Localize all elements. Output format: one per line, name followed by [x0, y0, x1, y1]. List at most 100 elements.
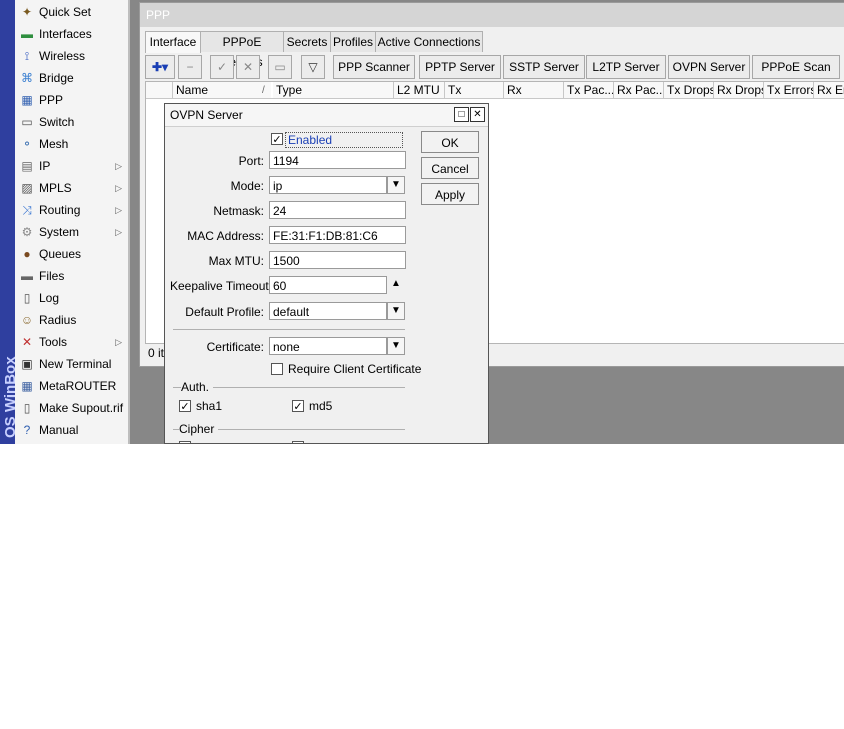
netmask-field[interactable]: 24: [269, 201, 406, 219]
dialog-titlebar[interactable]: OVPN Server □ ✕: [165, 104, 488, 127]
column-header-tx[interactable]: Tx: [445, 82, 504, 99]
keepalive-timeout-field[interactable]: 60: [269, 276, 387, 294]
column-header-rx-errors[interactable]: Rx Err: [814, 82, 844, 99]
certificate-dropdown-button[interactable]: ▼: [387, 337, 405, 355]
plus-icon: ✚▾: [151, 60, 169, 74]
mac-address-label: MAC Address:: [187, 229, 264, 243]
ppp-titlebar[interactable]: PPP: [140, 3, 844, 27]
tab-pppoe-servers[interactable]: PPPoE Servers: [200, 31, 284, 69]
column-header-rx[interactable]: Rx: [504, 82, 564, 99]
l2tp-server-button[interactable]: L2TP Server: [586, 55, 666, 79]
mac-address-field[interactable]: FE:31:F1:DB:81:C6: [269, 226, 406, 244]
add-button[interactable]: ✚▾: [145, 55, 175, 79]
disable-button[interactable]: ✕: [236, 55, 260, 79]
tab-active-connections[interactable]: Active Connections: [375, 31, 483, 52]
tab-secrets[interactable]: Secrets: [283, 31, 331, 52]
sidebar-item-queues[interactable]: ● Queues: [15, 243, 128, 265]
sidebar-item-system[interactable]: ⚙ System ▷: [15, 221, 128, 243]
auth-sha1-checkbox[interactable]: ✓: [179, 400, 191, 413]
default-profile-dropdown-button[interactable]: ▼: [387, 302, 405, 320]
column-header-name[interactable]: Name: [173, 82, 271, 99]
sidebar-item-interfaces[interactable]: ▬ Interfaces: [15, 23, 128, 45]
sidebar-item-make-supout-rif[interactable]: ▯ Make Supout.rif: [15, 397, 128, 419]
sidebar-item-label: New Terminal: [39, 357, 112, 371]
sidebar-item-files[interactable]: ▬ Files: [15, 265, 128, 287]
column-header-tx-packets[interactable]: Tx Pac...: [564, 82, 614, 99]
ovpn-server-button[interactable]: OVPN Server: [668, 55, 750, 79]
sidebar-item-bridge[interactable]: ⌘ Bridge: [15, 67, 128, 89]
maximize-button[interactable]: □: [454, 107, 469, 122]
mode-dropdown-button[interactable]: ▼: [387, 176, 405, 194]
auth-md5-checkbox[interactable]: ✓: [292, 400, 304, 413]
sidebar-item-ip[interactable]: ▤ IP ▷: [15, 155, 128, 177]
sidebar-item-metarouter[interactable]: ▦ MetaROUTER: [15, 375, 128, 397]
mode-label: Mode:: [230, 179, 264, 193]
tools-icon: ✕: [21, 335, 33, 349]
sidebar-item-label: System: [39, 225, 80, 239]
submenu-arrow-icon: ▷: [115, 182, 122, 193]
sidebar-item-routing[interactable]: ⤨ Routing ▷: [15, 199, 128, 221]
column-header-tx-errors[interactable]: Tx Errors: [764, 82, 814, 99]
sidebar-item-label: Manual: [39, 423, 79, 437]
sidebar-item-radius[interactable]: ☺ Radius: [15, 309, 128, 331]
close-button[interactable]: ✕: [470, 107, 485, 122]
separator: [173, 329, 405, 330]
enabled-checkbox[interactable]: ✓: [271, 133, 283, 146]
cancel-button[interactable]: Cancel: [421, 157, 479, 179]
apply-button[interactable]: Apply: [421, 183, 479, 205]
require-client-certificate-label: Require Client Certificate: [288, 362, 422, 376]
port-field[interactable]: 1194: [269, 151, 406, 169]
sidebar-item-ppp[interactable]: ▦ PPP: [15, 89, 128, 111]
max-mtu-field[interactable]: 1500: [269, 251, 406, 269]
pptp-server-button[interactable]: PPTP Server: [419, 55, 501, 79]
column-header-tx-drops[interactable]: Tx Drops: [664, 82, 714, 99]
remove-button[interactable]: −: [178, 55, 202, 79]
sidebar-item-mesh[interactable]: ⚬ Mesh: [15, 133, 128, 155]
comment-button[interactable]: ▭: [268, 55, 292, 79]
default-profile-select[interactable]: default: [269, 302, 387, 320]
pppoe-scan-button[interactable]: PPPoE Scan: [752, 55, 840, 79]
bridge-icon: ⌘: [21, 71, 33, 85]
sidebar-item-switch[interactable]: ▭ Switch: [15, 111, 128, 133]
dialog-title: OVPN Server: [170, 108, 243, 122]
sidebar-item-tools[interactable]: ✕ Tools ▷: [15, 331, 128, 353]
ok-button[interactable]: OK: [421, 131, 479, 153]
certificate-select[interactable]: none: [269, 337, 387, 355]
sidebar-item-quick-set[interactable]: ✦ Quick Set: [15, 1, 128, 23]
require-client-certificate-checkbox[interactable]: [271, 363, 283, 375]
column-header-l2mtu[interactable]: L2 MTU: [394, 82, 445, 99]
sidebar-item-label: Radius: [39, 313, 77, 327]
column-header[interactable]: [146, 82, 173, 99]
filter-button[interactable]: ▽: [301, 55, 325, 79]
sstp-server-button[interactable]: SSTP Server: [503, 55, 585, 79]
auth-group-label: Auth.: [181, 380, 214, 394]
log-icon: ▯: [23, 291, 31, 305]
sidebar-item-label: PPP: [39, 93, 64, 107]
column-header-rx-packets[interactable]: Rx Pac...: [614, 82, 664, 99]
sidebar-item-mpls[interactable]: ▨ MPLS ▷: [15, 177, 128, 199]
tab-profiles[interactable]: Profiles: [330, 31, 376, 52]
cross-icon: ✕: [242, 60, 254, 74]
sidebar-item-label: Interfaces: [39, 27, 92, 41]
ppp-scanner-button[interactable]: PPP Scanner: [333, 55, 415, 79]
sidebar-item-new-terminal[interactable]: ▣ New Terminal: [15, 353, 128, 375]
sidebar-item-wireless[interactable]: ⟟ Wireless: [15, 45, 128, 67]
tab-interface[interactable]: Interface: [145, 31, 201, 53]
enabled-label[interactable]: Enabled: [285, 132, 403, 148]
column-header-rx-drops[interactable]: Rx Drops: [714, 82, 764, 99]
queues-icon: ●: [23, 247, 31, 261]
mode-select[interactable]: ip: [269, 176, 387, 194]
comment-icon: ▭: [274, 60, 286, 74]
cipher-checkbox[interactable]: [179, 441, 191, 443]
ovpn-server-dialog: OVPN Server □ ✕ ✓ Enabled Port: 1194 Mod…: [164, 103, 489, 444]
submenu-arrow-icon: ▷: [115, 336, 122, 347]
dropdown-arrow-icon: ▼: [391, 179, 401, 190]
enable-button[interactable]: ✓: [210, 55, 234, 79]
sidebar-item-log[interactable]: ▯ Log: [15, 287, 128, 309]
dropdown-arrow-icon: ▼: [391, 305, 401, 316]
cipher-checkbox[interactable]: [292, 441, 304, 443]
port-label: Port:: [238, 154, 264, 168]
column-header-type[interactable]: Type: [273, 82, 394, 99]
collapse-arrow-icon[interactable]: ▲: [391, 278, 401, 289]
sidebar-item-manual[interactable]: ? Manual: [15, 419, 128, 441]
